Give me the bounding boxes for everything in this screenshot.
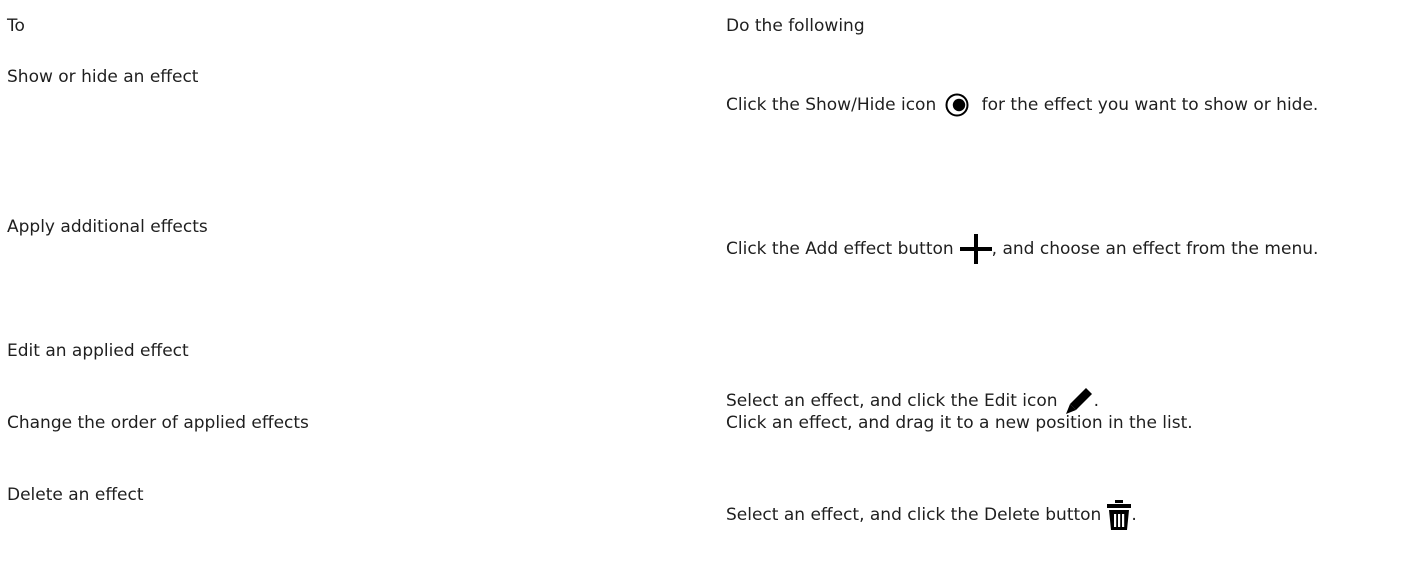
eye-icon xyxy=(942,93,972,117)
ui-term-delete: Delete xyxy=(983,505,1040,525)
task-label: Show or hide an effect xyxy=(7,67,199,87)
task-label: Change the order of applied effects xyxy=(7,413,309,433)
instruction: Select an effect, and click the Delete b… xyxy=(726,496,1416,534)
task-label: Delete an effect xyxy=(7,485,144,505)
instruction: Click the Show/Hide icon for the effect … xyxy=(726,93,1319,117)
instruction: Click the Add effect button, and choose … xyxy=(726,230,1416,268)
ui-term-add-effect: Add effect xyxy=(805,239,893,259)
instruction: Click an effect, and drag it to a new po… xyxy=(726,413,1193,433)
ui-term-show-hide: Show/Hide xyxy=(805,95,896,115)
header-do-following: Do the following xyxy=(726,16,865,36)
task-label: Edit an applied effect xyxy=(7,341,189,361)
task-label: Apply additional effects xyxy=(7,217,208,237)
plus-icon xyxy=(959,234,992,264)
effects-table: To Do the following Show or hide an effe… xyxy=(7,0,1417,573)
trash-icon xyxy=(1107,500,1132,530)
header-to: To xyxy=(7,16,25,36)
